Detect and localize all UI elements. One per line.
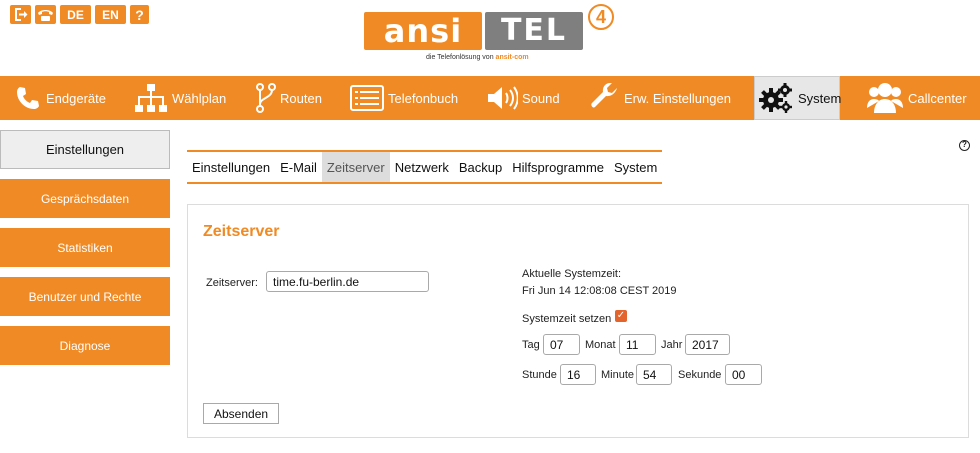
wrench-icon	[590, 83, 620, 113]
sidebar-item-einstellungen[interactable]: Einstellungen	[0, 130, 170, 169]
tab-system[interactable]: System	[609, 152, 662, 182]
top-toolbar: DE EN ?	[10, 5, 149, 24]
hierarchy-icon	[134, 83, 168, 113]
sekunde-label: Sekunde	[678, 369, 722, 381]
tag-input[interactable]: 07	[543, 334, 580, 355]
phone-icon	[14, 84, 42, 112]
nav-item-label: Erw. Einstellungen	[624, 90, 731, 106]
nav-item-routen[interactable]: Routen	[256, 76, 336, 120]
minute-input[interactable]: 54	[636, 364, 672, 385]
jahr-input[interactable]: 2017	[685, 334, 730, 355]
sub-tabs: Einstellungen E-Mail Zeitserver Netzwerk…	[187, 150, 663, 184]
nav-item-erw-einstellungen[interactable]: Erw. Einstellungen	[590, 76, 740, 120]
gears-icon	[758, 82, 794, 114]
help-circle-icon[interactable]: ?	[959, 140, 970, 151]
logo-ansi: ansi	[364, 12, 482, 50]
list-icon	[350, 85, 384, 111]
tab-netzwerk[interactable]: Netzwerk	[390, 152, 454, 182]
tab-hilfsprogramme[interactable]: Hilfsprogramme	[507, 152, 609, 182]
tab-zeitserver[interactable]: Zeitserver	[321, 152, 390, 182]
nav-item-label: Wählplan	[172, 90, 227, 106]
jahr-label: Jahr	[661, 339, 683, 351]
nav-item-telefonbuch[interactable]: Telefonbuch	[350, 76, 470, 120]
help-button[interactable]: ?	[130, 5, 149, 24]
zeitserver-input[interactable]: time.fu-berlin.de	[266, 271, 429, 292]
main-nav: Endgeräte Wählplan Routen Telefonbuch So…	[0, 76, 980, 120]
systemzeit-value: Fri Jun 14 12:08:08 CEST 2019	[522, 285, 677, 297]
speaker-icon	[486, 84, 518, 112]
systemzeit-setzen-label: Systemzeit setzen	[522, 313, 612, 325]
nav-item-callcenter[interactable]: Callcenter	[866, 76, 976, 120]
monat-input[interactable]: 11	[619, 334, 656, 355]
nav-item-label: Sound	[522, 90, 560, 106]
zeitserver-panel: Zeitserver Zeitserver: time.fu-berlin.de…	[187, 204, 969, 438]
ansitel-logo: ansi TEL 4 die Telefonlösung von ansit-c…	[364, 4, 624, 66]
nav-item-label: Callcenter	[908, 90, 967, 106]
sidebar-item-gespraechsdaten[interactable]: Gesprächsdaten	[0, 179, 170, 218]
logo-tagline-prefix: die Telefonlösung von	[426, 54, 496, 61]
sidebar-item-statistiken[interactable]: Statistiken	[0, 228, 170, 267]
nav-item-label: Routen	[280, 90, 322, 106]
systemzeit-label: Aktuelle Systemzeit:	[522, 268, 622, 280]
absenden-button[interactable]: Absenden	[203, 403, 280, 424]
zeitserver-label: Zeitserver:	[206, 277, 258, 289]
nav-item-system[interactable]: System	[754, 76, 842, 120]
logo-tel: TEL	[485, 12, 583, 50]
language-de-button[interactable]: DE	[60, 5, 91, 24]
stunde-label: Stunde	[522, 369, 557, 381]
language-en-button[interactable]: EN	[95, 5, 126, 24]
tag-label: Tag	[522, 339, 540, 351]
logo-tagline-brand: ansit-com	[495, 54, 529, 61]
sidebar: Einstellungen Gesprächsdaten Statistiken…	[0, 130, 170, 375]
nav-item-waehlplan[interactable]: Wählplan	[134, 76, 234, 120]
panel-title: Zeitserver	[203, 223, 280, 240]
route-icon	[256, 83, 276, 113]
nav-item-label: Endgeräte	[46, 90, 106, 106]
sidebar-item-diagnose[interactable]: Diagnose	[0, 326, 170, 365]
stunde-input[interactable]: 16	[560, 364, 596, 385]
sekunde-input[interactable]: 00	[725, 364, 762, 385]
nav-item-endgeraete[interactable]: Endgeräte	[14, 76, 124, 120]
logo-version-badge: 4	[588, 4, 614, 30]
monat-label: Monat	[585, 339, 616, 351]
nav-item-label: Telefonbuch	[388, 90, 459, 106]
nav-item-sound[interactable]: Sound	[486, 76, 566, 120]
logo-tagline: die Telefonlösung von ansit-com	[426, 54, 529, 61]
phone-icon[interactable]	[35, 5, 56, 24]
sidebar-item-benutzer-und-rechte[interactable]: Benutzer und Rechte	[0, 277, 170, 316]
minute-label: Minute	[601, 369, 635, 381]
systemzeit-setzen-checkbox[interactable]: ✓	[615, 310, 627, 322]
tab-backup[interactable]: Backup	[454, 152, 507, 182]
logout-icon[interactable]	[10, 5, 31, 24]
nav-item-label: System	[798, 90, 842, 106]
tab-einstellungen[interactable]: Einstellungen	[187, 152, 275, 182]
users-icon	[866, 82, 904, 114]
tab-email[interactable]: E-Mail	[275, 152, 322, 182]
